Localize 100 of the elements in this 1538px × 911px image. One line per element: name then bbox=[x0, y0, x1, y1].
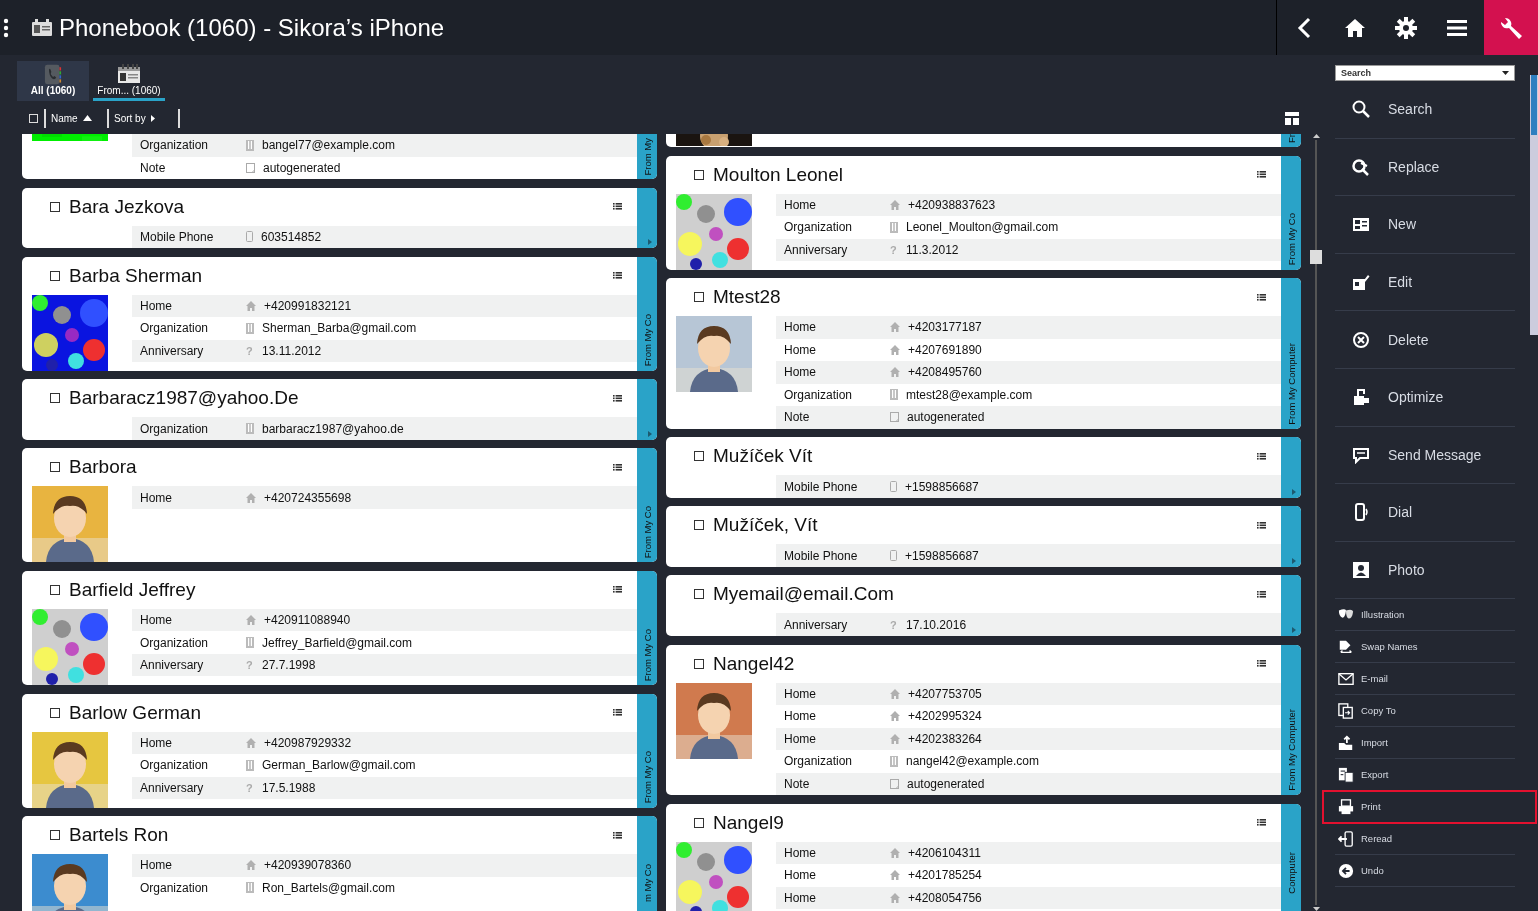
contact-checkbox[interactable] bbox=[50, 270, 60, 281]
details-icon[interactable] bbox=[613, 831, 622, 839]
field-label: Home bbox=[784, 868, 817, 883]
details-icon[interactable] bbox=[613, 586, 622, 594]
contact-checkbox[interactable] bbox=[694, 658, 704, 669]
action-item[interactable]: Delete bbox=[1335, 311, 1515, 369]
action-item[interactable]: Illustration bbox=[1335, 599, 1515, 632]
field-label: Home bbox=[140, 735, 173, 750]
field-value: 17.5.1988 bbox=[262, 780, 316, 795]
contact-checkbox[interactable] bbox=[50, 201, 60, 212]
contact-checkbox[interactable] bbox=[50, 462, 60, 473]
action-item[interactable]: E-mail bbox=[1335, 663, 1515, 696]
caret-icon[interactable] bbox=[648, 430, 652, 437]
contact-checkbox[interactable] bbox=[694, 520, 704, 531]
scroll-up-icon[interactable] bbox=[1312, 134, 1320, 138]
action-item[interactable]: Import bbox=[1335, 727, 1515, 760]
contact-card[interactable]: Mtest28 Home +4203177187 Home +4207691890 Home +4208495760 Organization mtest28@example.com Note autogenerated From My Computer bbox=[666, 278, 1301, 429]
contact-card[interactable]: Bartels Ron Home +420939078360 Organization Ron_Bartels@gmail.com m My Co bbox=[22, 816, 657, 911]
import-icon bbox=[1338, 734, 1354, 751]
contact-card[interactable]: Nangel9 Home +4206104311 Home +4201785254 Home +4208054756 Computer bbox=[666, 803, 1301, 911]
phonebook-icon bbox=[42, 64, 64, 85]
action-item[interactable]: Swap Names bbox=[1335, 631, 1515, 664]
scrollbar[interactable] bbox=[1310, 134, 1322, 911]
details-icon[interactable] bbox=[1257, 521, 1266, 529]
layout-icon[interactable] bbox=[1285, 111, 1299, 125]
kebab-menu-icon[interactable] bbox=[3, 17, 9, 38]
details-icon[interactable] bbox=[1257, 171, 1266, 179]
details-icon[interactable] bbox=[613, 709, 622, 717]
details-icon[interactable] bbox=[613, 463, 622, 471]
name-sort-header[interactable]: Name bbox=[49, 112, 101, 124]
details-icon[interactable] bbox=[613, 394, 622, 402]
field-value: nangel42@example.com bbox=[906, 754, 1039, 769]
building-icon bbox=[890, 221, 898, 233]
contact-checkbox[interactable] bbox=[50, 393, 60, 404]
contact-checkbox[interactable] bbox=[694, 589, 704, 600]
action-item[interactable]: New bbox=[1335, 196, 1515, 254]
action-item[interactable]: Search bbox=[1335, 81, 1515, 139]
contact-card[interactable]: Fr bbox=[666, 134, 1301, 147]
caret-icon[interactable] bbox=[1292, 488, 1296, 495]
contact-checkbox[interactable] bbox=[694, 292, 704, 303]
details-icon[interactable] bbox=[1257, 660, 1266, 668]
details-icon[interactable] bbox=[613, 272, 622, 280]
field-label: Home bbox=[140, 490, 173, 505]
action-item[interactable]: Copy To bbox=[1335, 695, 1515, 728]
contact-card[interactable]: Myemail@email.Com Anniversary ? 17.10.2016 bbox=[666, 575, 1301, 636]
phone-icon bbox=[890, 550, 897, 562]
caret-icon[interactable] bbox=[1292, 626, 1296, 633]
contact-checkbox[interactable] bbox=[694, 451, 704, 462]
contact-card[interactable]: Mužíček, Vít Mobile Phone +1598856687 bbox=[666, 506, 1301, 567]
field-value: Jeffrey_Barfield@gmail.com bbox=[262, 635, 413, 650]
scroll-thumb[interactable] bbox=[1310, 250, 1322, 264]
contact-checkbox[interactable] bbox=[50, 707, 60, 718]
contact-card[interactable]: Barlow German Home +420987929332 Organization German_Barlow@gmail.com Anniversary ? 17.5.1988 From My Co bbox=[22, 693, 657, 808]
details-icon[interactable] bbox=[613, 203, 622, 211]
field-value: 11.3.2012 bbox=[906, 242, 959, 257]
action-dropdown[interactable]: Search bbox=[1335, 65, 1515, 81]
contact-card[interactable]: Moulton Leonel Home +420938837623 Organization Leonel_Moulton@gmail.com Anniversary ? 11.3.2012 From My Co bbox=[666, 155, 1301, 270]
action-item[interactable]: Optimize bbox=[1335, 368, 1515, 427]
action-item[interactable]: Photo bbox=[1335, 541, 1515, 600]
undo-icon bbox=[1338, 862, 1354, 879]
contact-card[interactable]: Organization bangel77@example.com Note autogenerated From My bbox=[22, 134, 657, 179]
contact-card[interactable]: Mužíček Vít Mobile Phone +1598856687 bbox=[666, 437, 1301, 498]
details-icon[interactable] bbox=[1257, 293, 1266, 301]
details-icon[interactable] bbox=[1257, 452, 1266, 460]
contact-checkbox[interactable] bbox=[50, 584, 60, 595]
settings-icon bbox=[1394, 16, 1417, 39]
contact-card[interactable]: Barba Sherman Home +420991832121 Organization Sherman_Barba@gmail.com Anniversary ? 13.11.2012 From My Co bbox=[22, 256, 657, 371]
details-icon[interactable] bbox=[1257, 819, 1266, 827]
tools-button[interactable] bbox=[1484, 0, 1538, 55]
printer-icon bbox=[1338, 798, 1354, 815]
sort-by-button[interactable]: Sort by bbox=[112, 112, 172, 124]
contact-checkbox[interactable] bbox=[694, 169, 704, 180]
caret-icon[interactable] bbox=[648, 239, 652, 246]
contact-card[interactable]: Bara Jezkova Mobile Phone 603514852 bbox=[22, 187, 657, 249]
field-value: 13.11.2012 bbox=[262, 343, 322, 358]
view-tab[interactable]: From... (1060) bbox=[93, 61, 165, 101]
contact-checkbox[interactable] bbox=[694, 817, 704, 828]
action-item[interactable]: Reread bbox=[1335, 823, 1515, 856]
action-item[interactable]: Undo bbox=[1335, 855, 1515, 888]
view-tab[interactable]: All (1060) bbox=[17, 61, 89, 101]
envelope-icon bbox=[1338, 670, 1354, 687]
source-label: m My Co bbox=[641, 864, 653, 905]
scroll-down-icon[interactable] bbox=[1312, 907, 1320, 911]
action-item[interactable]: Dial bbox=[1335, 484, 1515, 542]
action-item[interactable]: Replace bbox=[1335, 138, 1515, 197]
contact-card[interactable]: Barfield Jeffrey Home +420911088940 Organization Jeffrey_Barfield@gmail.com Anniversary ? 27.7.1998 From My Co bbox=[22, 570, 657, 685]
action-item[interactable]: Print bbox=[1323, 791, 1536, 824]
contact-card[interactable]: Barbora Home +420724355698 From My Co bbox=[22, 448, 657, 563]
action-item[interactable]: Send Message bbox=[1335, 426, 1515, 485]
contact-card[interactable]: Barbaracz1987@yahoo.De Organization barbaracz1987@yahoo.de bbox=[22, 379, 657, 440]
scroll-thumb[interactable] bbox=[1531, 75, 1537, 135]
details-icon[interactable] bbox=[1257, 590, 1266, 598]
action-item[interactable]: Edit bbox=[1335, 253, 1515, 312]
action-item[interactable]: Export bbox=[1335, 759, 1515, 792]
caret-icon[interactable] bbox=[1292, 557, 1296, 564]
contact-checkbox[interactable] bbox=[50, 830, 60, 841]
house-icon bbox=[246, 860, 256, 871]
contact-card[interactable]: Nangel42 Home +4207753705 Home +4202995324 Home +4202383264 Organization nangel42@example.com Note autogenerated From My Computer bbox=[666, 644, 1301, 796]
scrollbar[interactable] bbox=[1530, 75, 1538, 335]
select-all-checkbox[interactable] bbox=[29, 113, 38, 123]
